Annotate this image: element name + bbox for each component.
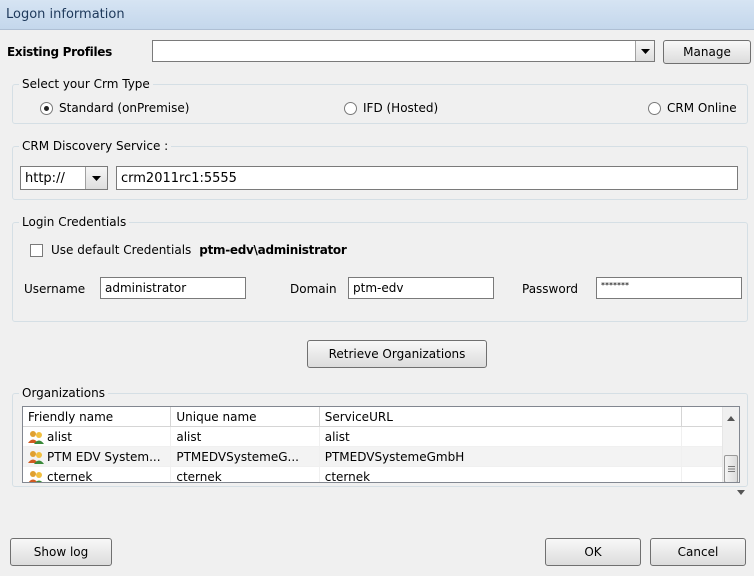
service-url-cell: cternek	[320, 467, 682, 482]
service-url-cell: alist	[320, 427, 682, 446]
existing-profiles-label: Existing Profiles	[7, 45, 112, 59]
cancel-button[interactable]: Cancel	[650, 538, 746, 566]
column-unique-name[interactable]: Unique name	[171, 407, 320, 426]
radio-ifd-button[interactable]	[344, 101, 357, 115]
use-default-credentials[interactable]: Use default Credentials ptm-edv\administ…	[30, 243, 347, 257]
radio-crm-online-label: CRM Online	[667, 101, 737, 115]
discovery-service-legend: CRM Discovery Service :	[19, 139, 172, 153]
crm-type-legend: Select your Crm Type	[19, 77, 153, 91]
column-friendly-name[interactable]: Friendly name	[23, 407, 172, 426]
organizations-grid[interactable]: Friendly name Unique name ServiceURL ali…	[22, 406, 740, 483]
scroll-down-icon[interactable]	[737, 490, 745, 495]
column-service-url[interactable]: ServiceURL	[320, 407, 682, 426]
service-url-cell: PTMEDVSystemeGmbH	[320, 447, 682, 466]
login-credentials-legend: Login Credentials	[19, 215, 130, 229]
radio-crm-online[interactable]: CRM Online	[648, 101, 737, 115]
friendly-name-cell: alist	[23, 427, 172, 446]
radio-ifd-label: IFD (Hosted)	[363, 101, 439, 115]
use-default-checkbox[interactable]	[30, 243, 43, 257]
unique-name-cell: PTMEDVSystemeG...	[171, 447, 320, 466]
friendly-name-text: PTM EDV System...	[47, 449, 161, 464]
friendly-name-text: alist	[47, 429, 72, 444]
login-credentials-group: Login Credentials	[12, 215, 748, 322]
scroll-up-icon[interactable]	[727, 416, 735, 421]
scroll-thumb[interactable]	[724, 455, 738, 482]
username-label: Username	[24, 282, 86, 296]
chevron-down-icon[interactable]	[635, 41, 654, 61]
users-icon	[28, 430, 44, 444]
grid-header: Friendly name Unique name ServiceURL	[23, 407, 739, 427]
domain-input[interactable]: ptm-edv	[348, 277, 494, 299]
username-input[interactable]: administrator	[100, 277, 246, 299]
users-icon	[28, 450, 44, 464]
default-user-label: ptm-edv\administrator	[199, 243, 347, 257]
existing-profiles-dropdown[interactable]	[152, 40, 655, 62]
radio-crm-online-button[interactable]	[648, 101, 661, 115]
users-icon	[28, 470, 43, 482]
grip-icon	[728, 466, 735, 472]
password-input[interactable]: *******	[596, 277, 742, 299]
radio-standard-button[interactable]	[40, 101, 53, 115]
use-default-label: Use default Credentials	[51, 243, 192, 257]
radio-ifd[interactable]: IFD (Hosted)	[344, 101, 438, 115]
table-row[interactable]: PTM EDV System... PTMEDVSystemeG... PTME…	[23, 447, 739, 467]
table-row[interactable]: alist alist alist	[23, 427, 739, 447]
table-row[interactable]: cternek cternek cternek	[23, 467, 739, 483]
friendly-name-text: cternek	[47, 469, 93, 483]
manage-button[interactable]: Manage	[663, 40, 751, 64]
unique-name-cell: alist	[171, 427, 320, 446]
chevron-down-icon[interactable]	[85, 167, 107, 189]
protocol-dropdown[interactable]: http://	[20, 166, 108, 190]
friendly-name-cell: cternek	[23, 467, 172, 483]
unique-name-cell: cternek	[171, 467, 320, 482]
window-title: Logon information	[0, 0, 754, 30]
ok-button[interactable]: OK	[545, 538, 641, 566]
domain-label: Domain	[290, 282, 337, 296]
radio-standard-label: Standard (onPremise)	[59, 101, 190, 115]
friendly-name-cell: PTM EDV System...	[23, 447, 172, 466]
discovery-server-input[interactable]: crm2011rc1:5555	[116, 166, 738, 190]
radio-standard[interactable]: Standard (onPremise)	[40, 101, 189, 115]
show-log-button[interactable]: Show log	[10, 538, 112, 566]
vertical-scrollbar[interactable]	[722, 407, 739, 482]
protocol-value: http://	[25, 171, 65, 186]
organizations-legend: Organizations	[19, 386, 108, 400]
retrieve-organizations-button[interactable]: Retrieve Organizations	[307, 340, 487, 368]
password-label: Password	[522, 282, 579, 296]
